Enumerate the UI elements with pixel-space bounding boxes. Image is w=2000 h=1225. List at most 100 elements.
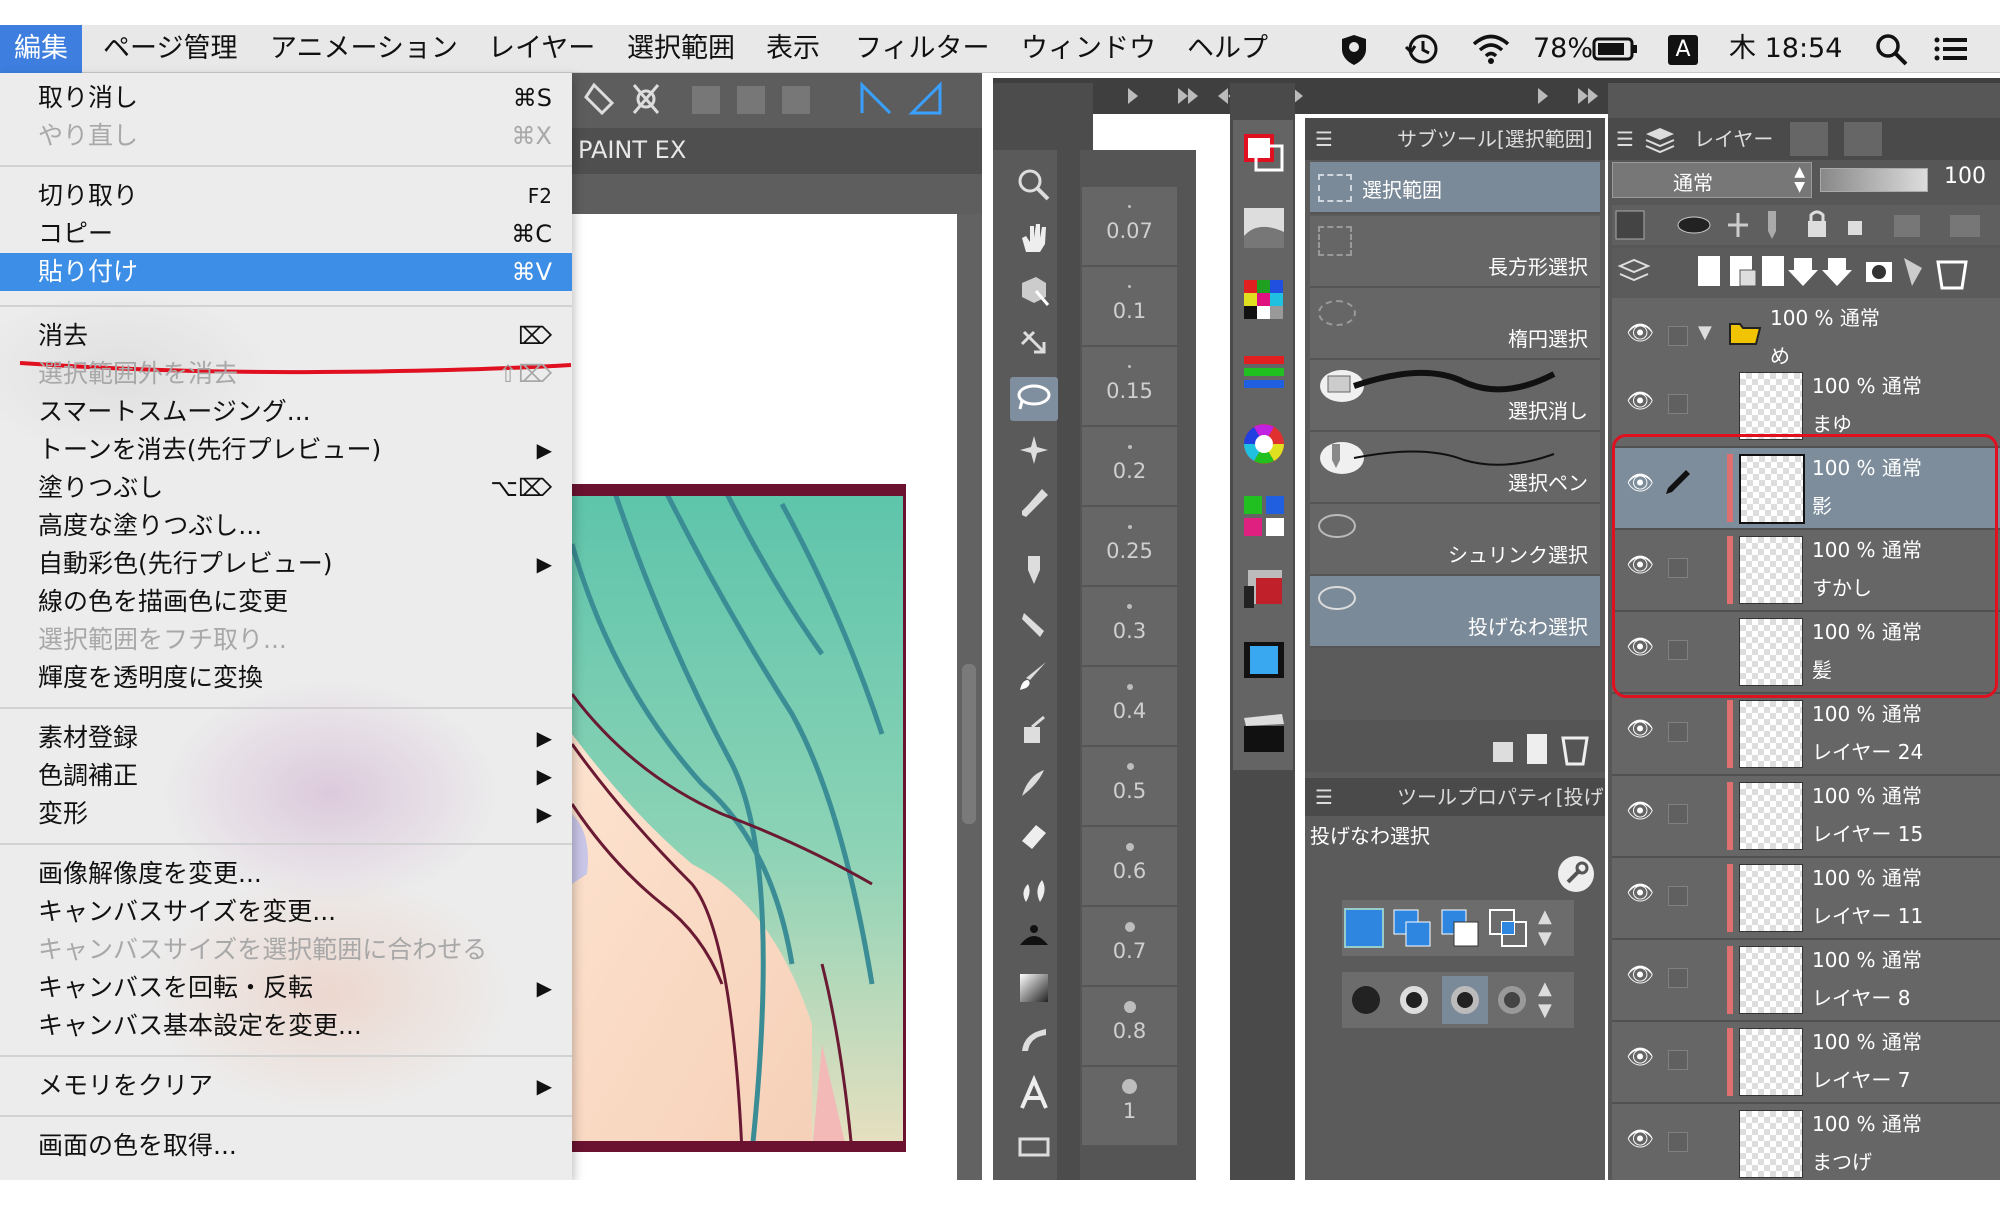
menu-item-smart-smoothing[interactable]: スマートスムージング... (0, 393, 572, 431)
menu-item-auto-color[interactable]: 自動彩色(先行プレビュー) ▶ (0, 545, 572, 583)
navigator-icon[interactable] (1242, 638, 1286, 682)
menu-edit[interactable]: 編集 (0, 25, 82, 73)
add-selection-mode-icon[interactable] (1392, 908, 1432, 948)
eye-icon[interactable]: 👁 (1626, 1047, 1654, 1069)
menu-item-register-material[interactable]: 素材登録 ▶ (0, 719, 572, 757)
layer-select-checkbox[interactable] (1668, 1132, 1688, 1152)
brush-size-option[interactable]: 0.07 (1082, 187, 1177, 267)
notification-center-icon[interactable] (1932, 25, 1970, 73)
menu-layer[interactable]: レイヤー (488, 25, 595, 73)
new-selection-mode-icon[interactable] (1344, 908, 1384, 948)
eyedropper-tool-icon[interactable] (1010, 483, 1058, 527)
layer-select-checkbox[interactable] (1668, 968, 1688, 988)
menu-item-copy[interactable]: コピー ⌘C (0, 215, 572, 253)
eye-icon[interactable]: 👁 (1626, 323, 1654, 345)
brush-size-option[interactable]: 0.15 (1082, 347, 1177, 427)
menu-item-image-resolution[interactable]: 画像解像度を変更... (0, 855, 572, 893)
brush-tool-icon[interactable] (1010, 656, 1058, 700)
pen-tool-icon[interactable] (1010, 550, 1058, 594)
gradient-tool-icon[interactable] (1010, 968, 1058, 1012)
menu-item-get-screen-color[interactable]: 画面の色を取得... (0, 1127, 572, 1165)
menu-item-tonal-correction[interactable]: 色調補正 ▶ (0, 757, 572, 795)
menu-animation[interactable]: アニメーション (270, 25, 458, 73)
fill-tool-icon[interactable] (1010, 915, 1058, 959)
panel-menu-icon[interactable]: ☰ (1315, 118, 1333, 160)
blend-mode-select[interactable]: 通常 ▲ ▼ (1612, 162, 1812, 198)
antialias-strong-icon[interactable] (1498, 986, 1526, 1014)
antialias-medium-selected[interactable] (1442, 976, 1488, 1024)
eye-icon[interactable]: 👁 (1626, 965, 1654, 987)
eye-icon[interactable]: 👁 (1626, 719, 1654, 741)
wifi-icon[interactable] (1470, 25, 1512, 73)
eye-icon[interactable]: 👁 (1626, 801, 1654, 823)
layer-property-tab-icon[interactable] (1790, 122, 1828, 156)
image-material-icon[interactable] (1242, 206, 1286, 250)
layer-row[interactable]: 👁 100 % 通常 まつげ (1612, 1104, 2000, 1182)
menu-page[interactable]: ページ管理 (103, 25, 237, 73)
subtool-ellipse-select[interactable]: 楕円選択 (1310, 288, 1600, 360)
eye-icon[interactable]: 👁 (1626, 1129, 1654, 1151)
pencil-tool-icon[interactable] (1010, 603, 1058, 647)
eye-icon[interactable]: 👁 (1626, 883, 1654, 905)
eye-icon[interactable]: 👁 (1626, 391, 1654, 413)
layer-select-checkbox[interactable] (1668, 326, 1688, 346)
subtract-selection-mode-icon[interactable] (1440, 908, 1480, 948)
menu-item-clear-memory[interactable]: メモリをクリア ▶ (0, 1067, 572, 1105)
layer-select-checkbox[interactable] (1668, 1050, 1688, 1070)
layer-select-checkbox[interactable] (1668, 804, 1688, 824)
shield-icon[interactable] (1337, 25, 1371, 73)
menu-window[interactable]: ウィンドウ (1021, 25, 1156, 73)
panel-menu-icon[interactable]: ☰ (1315, 778, 1333, 816)
menu-item-change-line-color[interactable]: 線の色を描画色に変更 (0, 583, 572, 621)
lasso-selection-tool-icon[interactable] (1010, 377, 1058, 421)
brush-size-option[interactable]: 0.4 (1082, 667, 1177, 747)
object-tool-icon[interactable] (1010, 271, 1058, 315)
antialias-none-icon[interactable] (1352, 986, 1380, 1014)
menu-item-luminance-to-opacity[interactable]: 輝度を透明度に変換 (0, 659, 572, 697)
subtool-selection-pen[interactable]: 選択ペン (1310, 432, 1600, 504)
opacity-value[interactable]: 100 (1944, 164, 1986, 189)
timeline-icon[interactable] (1242, 710, 1286, 754)
menubar-clock[interactable]: 木 18:54 (1729, 25, 1842, 73)
intermediate-color-icon[interactable] (1242, 494, 1286, 538)
menu-item-fill[interactable]: 塗りつぶし ⌥⌦ (0, 469, 572, 507)
decoration-tool-icon[interactable] (1010, 762, 1058, 806)
hand-tool-icon[interactable] (1010, 218, 1058, 262)
menu-item-rotate-flip-canvas[interactable]: キャンバスを回転・反転 ▶ (0, 969, 572, 1007)
menu-item-canvas-settings[interactable]: キャンバス基本設定を変更... (0, 1007, 572, 1045)
approximate-color-icon[interactable] (1242, 566, 1286, 610)
opacity-slider[interactable] (1820, 168, 1928, 192)
menu-help[interactable]: ヘルプ (1187, 25, 1268, 73)
balloon-tool-icon[interactable] (1010, 1127, 1058, 1171)
color-wheel-icon[interactable] (1242, 422, 1286, 466)
brush-size-option[interactable]: 0.5 (1082, 747, 1177, 827)
layer-row[interactable]: 👁 100 % 通常 レイヤー 15 (1612, 776, 2000, 858)
canvas-artwork[interactable] (569, 482, 917, 1153)
menu-item-cut[interactable]: 切り取り F2 (0, 177, 572, 215)
subtool-shrink-select[interactable]: シュリンク選択 (1310, 504, 1600, 576)
move-layer-tool-icon[interactable] (1010, 324, 1058, 368)
menu-item-transform[interactable]: 変形 ▶ (0, 795, 572, 833)
menu-item-erase-tone[interactable]: トーンを消去(先行プレビュー) ▶ (0, 431, 572, 469)
brush-size-option[interactable]: 0.25 (1082, 507, 1177, 587)
subtool-selection-eraser[interactable]: 選択消し (1310, 360, 1600, 432)
airbrush-tool-icon[interactable] (1010, 709, 1058, 753)
menu-filter[interactable]: フィルター (855, 25, 989, 73)
menu-item-undo[interactable]: 取り消し ⌘S (0, 79, 572, 117)
zoom-tool-icon[interactable] (1010, 165, 1058, 209)
color-set-icon[interactable] (1242, 278, 1286, 322)
layer-select-checkbox[interactable] (1668, 394, 1688, 414)
intersect-selection-mode-icon[interactable] (1488, 908, 1528, 948)
menu-item-paste[interactable]: 貼り付け ⌘V (0, 253, 572, 291)
menu-view[interactable]: 表示 (766, 25, 820, 73)
history-tab-icon[interactable] (1844, 122, 1882, 156)
brush-size-option[interactable]: 0.2 (1082, 427, 1177, 507)
blend-tool-icon[interactable] (1010, 868, 1058, 912)
menu-selection[interactable]: 選択範囲 (627, 25, 735, 73)
menu-item-canvas-size[interactable]: キャンバスサイズを変更... (0, 893, 572, 931)
color-swatch-icon[interactable] (1242, 132, 1286, 176)
layer-select-checkbox[interactable] (1668, 886, 1688, 906)
brush-size-option[interactable]: 0.8 (1082, 987, 1177, 1067)
document-tab[interactable]: PAINT EX (572, 128, 982, 174)
brush-size-option[interactable]: 0.3 (1082, 587, 1177, 667)
